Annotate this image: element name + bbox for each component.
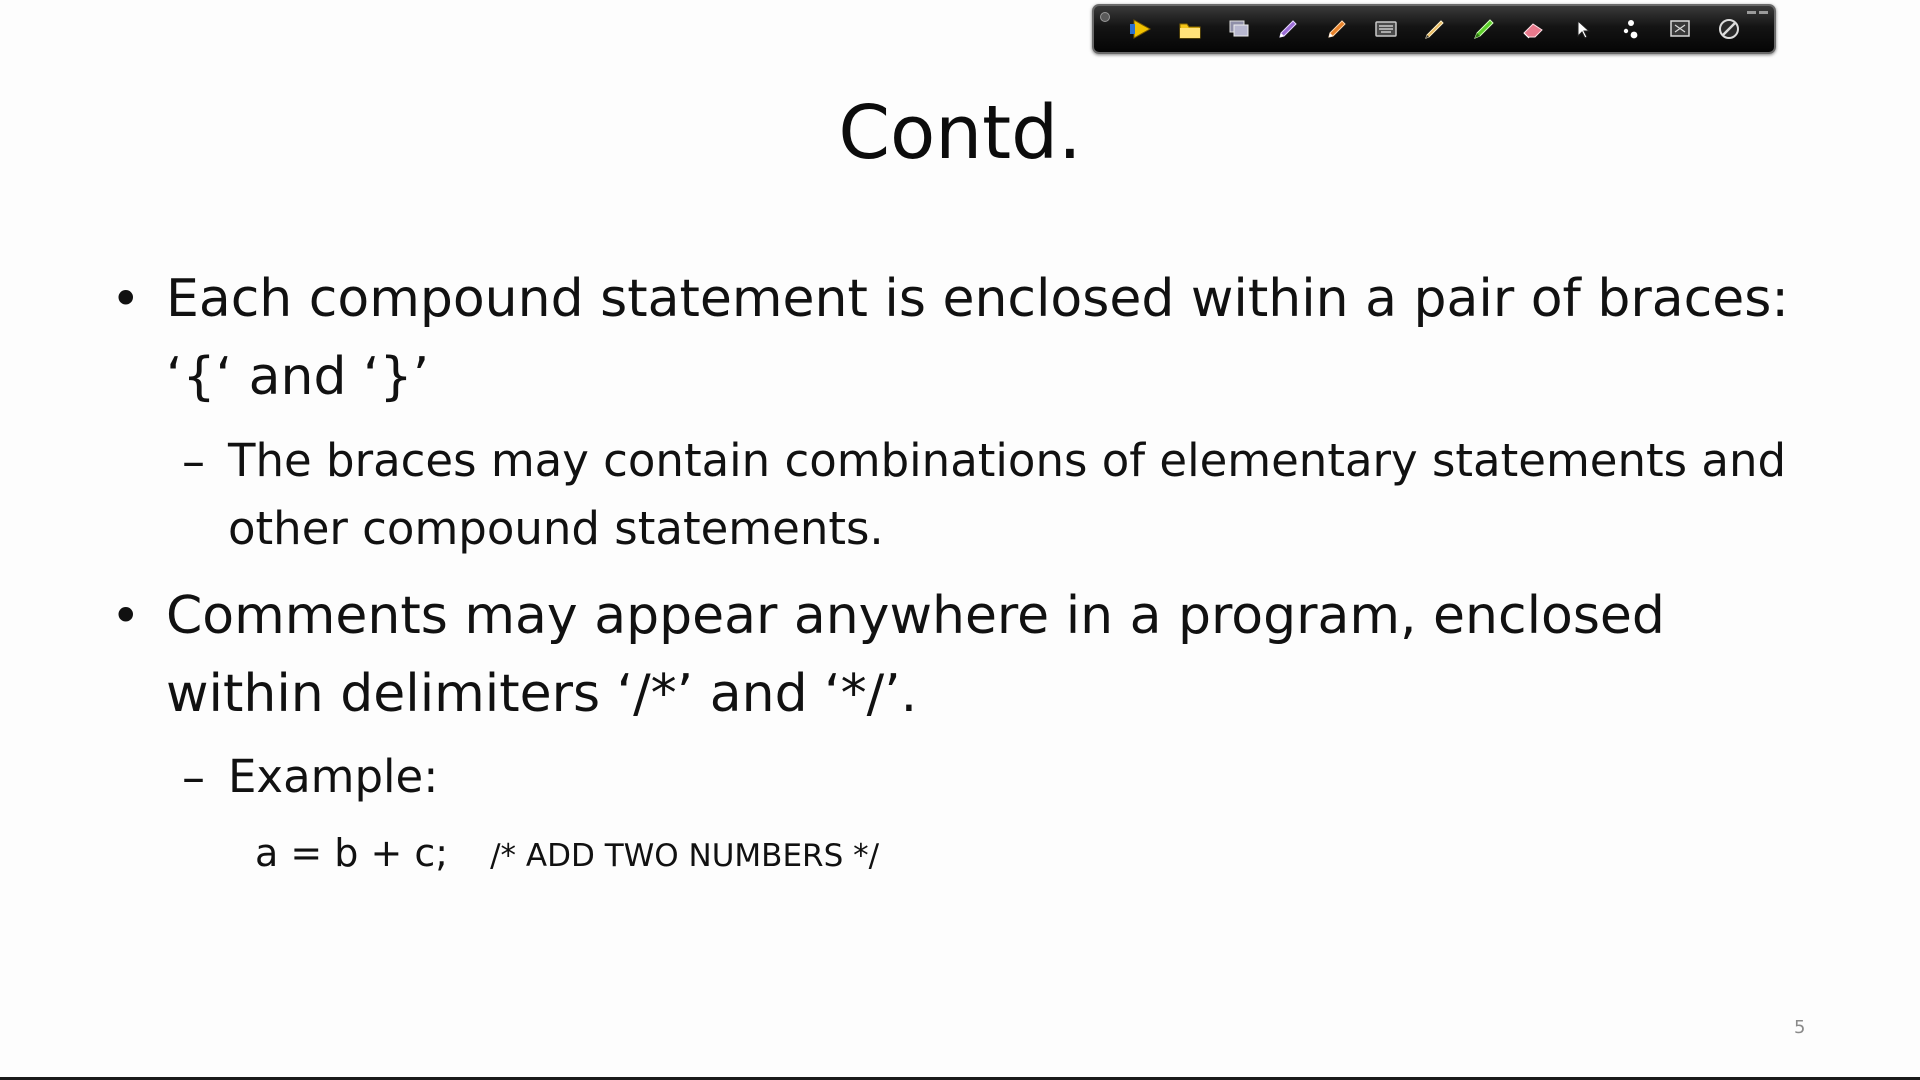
toolbar-minimize-button[interactable] [1747, 11, 1756, 14]
pen-orange-icon [1327, 20, 1346, 38]
pen-toolbar [1092, 4, 1776, 54]
sub-bullet-1-line-1: The braces may contain combinations of e… [228, 434, 1787, 487]
slide-page-number: 5 [1794, 1017, 1806, 1038]
laser-pointer-icon [1623, 20, 1637, 39]
highlighter-tool[interactable] [1459, 6, 1508, 52]
sub-bullet-2-marker: – [182, 750, 205, 804]
slide-title: Contd. [838, 90, 1082, 176]
slide-canvas: Contd. • Each compound statement is encl… [0, 0, 1920, 1080]
sub-bullet-2-label: Example: [228, 750, 439, 803]
highlighter-icon [1473, 19, 1494, 39]
slides-icon [1229, 20, 1248, 37]
toolbar-window-controls [1747, 11, 1768, 14]
arrow-pointer-icon [1129, 19, 1151, 39]
bullet-1-marker: • [111, 270, 141, 328]
toolbar-close-button[interactable] [1759, 11, 1768, 14]
slides-tool[interactable] [1214, 6, 1263, 52]
bullet-1-line-1: Each compound statement is enclosed with… [166, 269, 1789, 329]
bullet-2-line-2: within delimiters ‘/*’ and ‘*/’. [166, 664, 918, 724]
pencil-tool[interactable] [1410, 6, 1459, 52]
sub-bullet-1-marker: – [182, 434, 205, 488]
stop-icon [1718, 19, 1739, 39]
pencil-icon [1424, 20, 1444, 39]
bullet-2-marker: • [111, 587, 141, 645]
eraser-tool[interactable] [1508, 6, 1557, 52]
folder-icon [1179, 23, 1200, 39]
cursor-tool[interactable] [1557, 6, 1606, 52]
stop-tool[interactable] [1704, 6, 1753, 52]
pen-purple-icon [1278, 20, 1297, 38]
keyboard-icon [1374, 21, 1397, 37]
bullet-2-line-1: Comments may appear anywhere in a progra… [166, 586, 1665, 646]
code-comment: /* ADD TWO NUMBERS */ [490, 838, 880, 874]
laser-pointer-tool[interactable] [1606, 6, 1655, 52]
cursor-icon [1577, 19, 1590, 39]
toolbar-tools [1116, 6, 1753, 52]
sub-bullet-1-line-2: other compound statements. [228, 502, 884, 555]
toolbar-grip[interactable] [1100, 12, 1110, 22]
folder-tool[interactable] [1165, 6, 1214, 52]
arrow-pointer-tool[interactable] [1116, 6, 1165, 52]
keyboard-tool[interactable] [1361, 6, 1410, 52]
whiteboard-tool[interactable] [1655, 6, 1704, 52]
code-example: a = b + c; /* ADD TWO NUMBERS */ [255, 818, 879, 891]
pen-purple-tool[interactable] [1263, 6, 1312, 52]
pen-orange-tool[interactable] [1312, 6, 1361, 52]
code-statement: a = b + c; [255, 831, 449, 875]
bullet-1-line-2: ‘{‘ and ‘}’ [166, 347, 430, 407]
whiteboard-icon [1669, 20, 1690, 37]
eraser-icon [1522, 23, 1543, 39]
